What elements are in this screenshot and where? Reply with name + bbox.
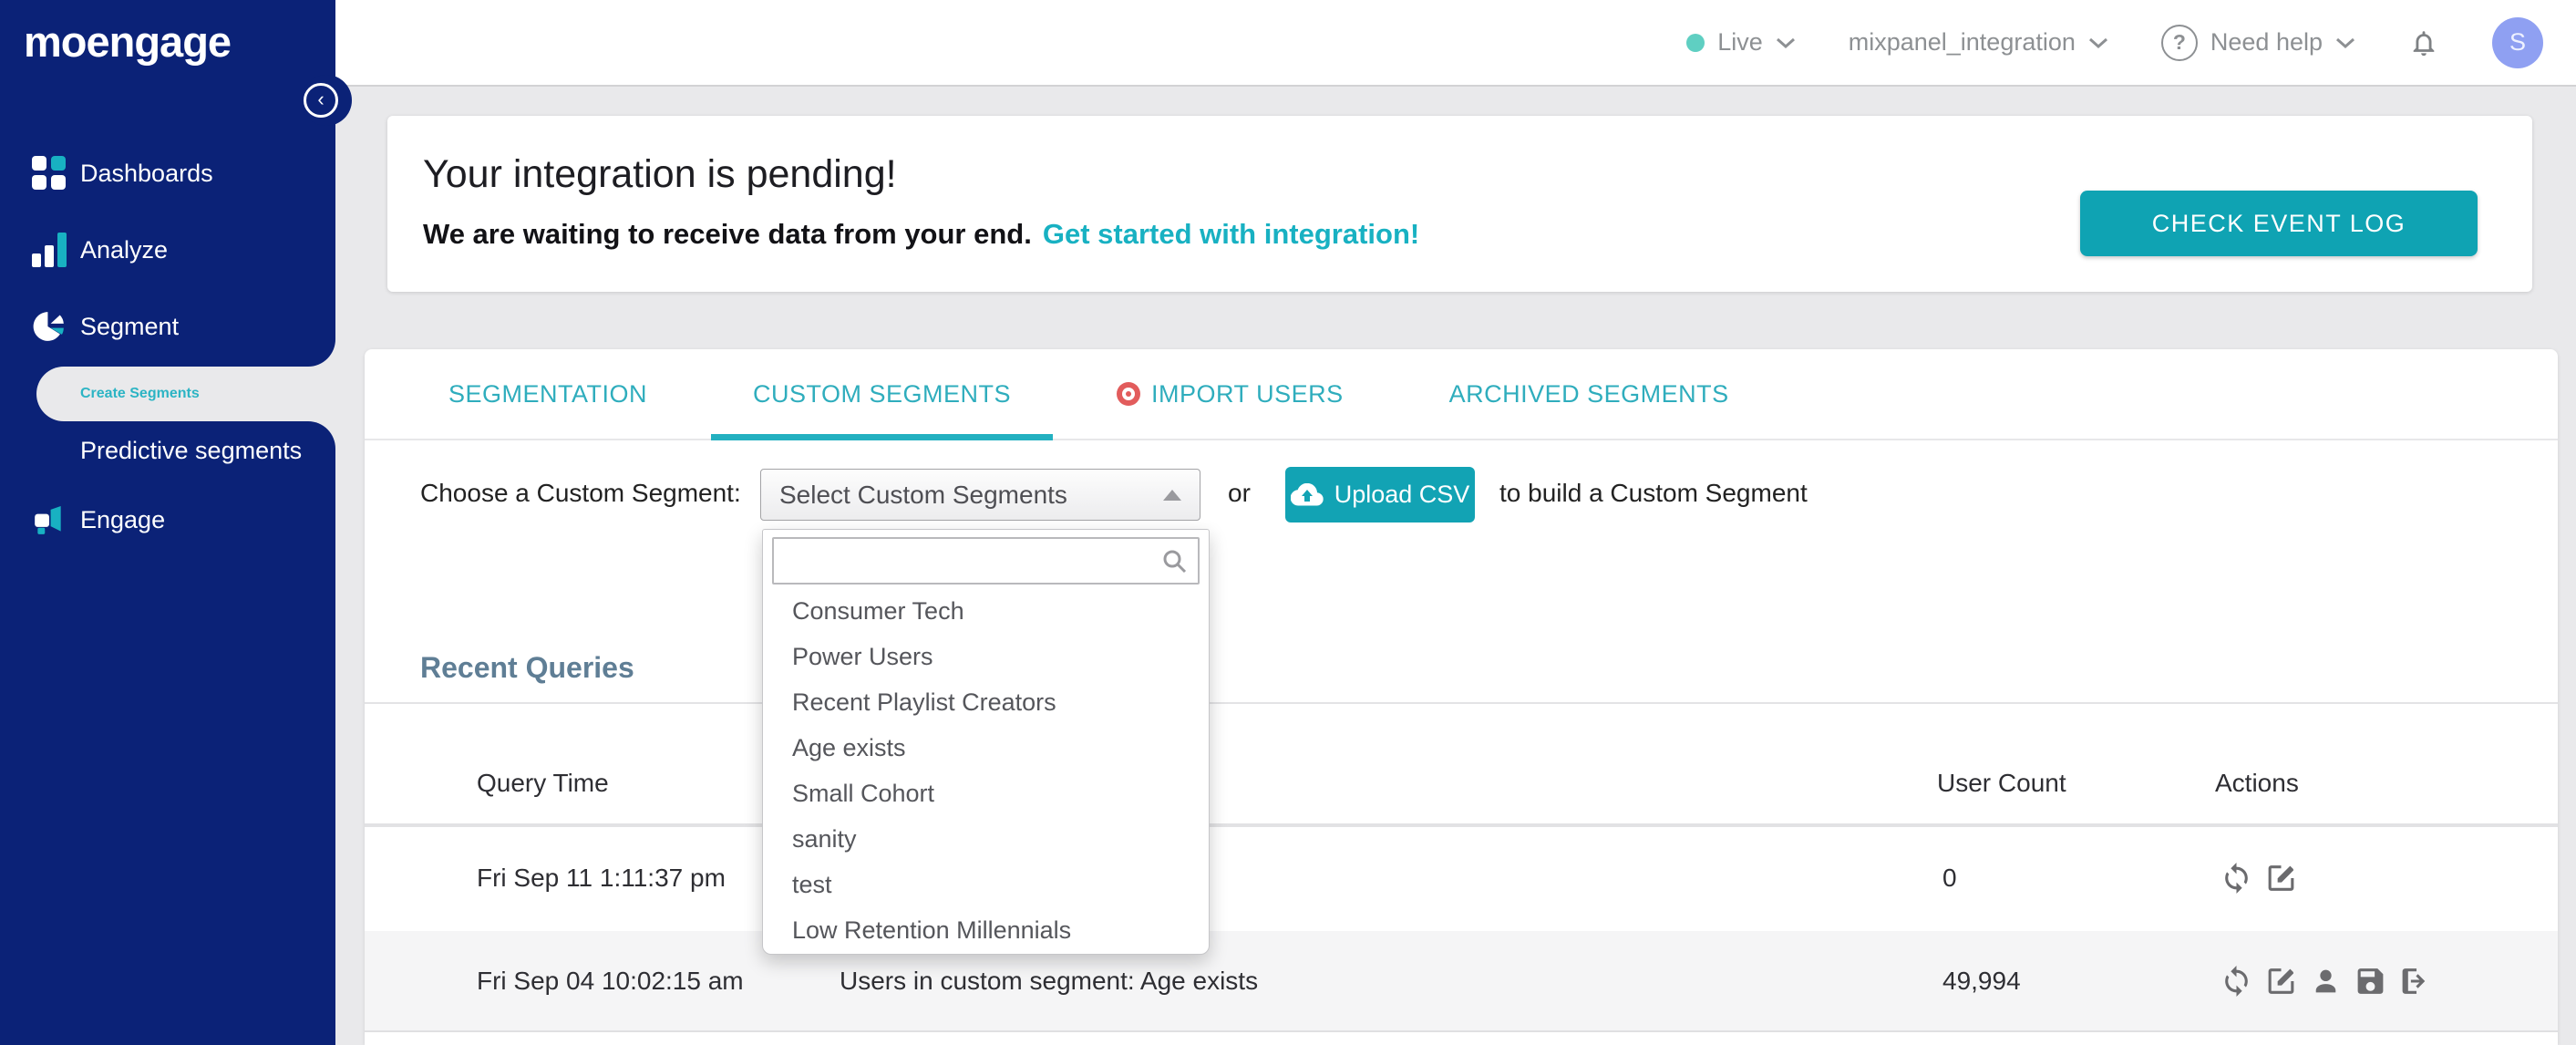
- sidebar-item-dashboards[interactable]: Dashboards: [0, 146, 335, 201]
- sidebar-item-create-segments[interactable]: Create Segments: [36, 367, 335, 421]
- dropdown-option[interactable]: test: [763, 862, 1209, 907]
- avatar-initial: S: [2509, 28, 2526, 56]
- query-time-cell: Fri Sep 04 10:02:15 am: [477, 966, 744, 995]
- banner-subtitle: We are waiting to receive data from your…: [423, 218, 1419, 251]
- column-header-actions: Actions: [2215, 769, 2299, 797]
- analyze-bars-icon: [32, 233, 67, 267]
- edit-icon[interactable]: [2264, 964, 2298, 998]
- choose-custom-segment-label: Choose a Custom Segment:: [420, 479, 741, 507]
- dropdown-option[interactable]: Small Cohort: [763, 771, 1209, 816]
- help-label: Need help: [2210, 28, 2323, 56]
- tab-label: IMPORT USERS: [1151, 379, 1344, 408]
- dropdown-search-box: [772, 537, 1200, 585]
- chevron-down-icon: [1776, 37, 1795, 48]
- or-text: or: [1228, 479, 1251, 507]
- check-event-log-button[interactable]: CHECK EVENT LOG: [2080, 191, 2478, 256]
- sidebar-collapse-button[interactable]: ‹: [304, 83, 338, 118]
- app-name: mixpanel_integration: [1848, 28, 2076, 56]
- dropdown-option[interactable]: sanity: [763, 816, 1209, 862]
- select-value: Select Custom Segments: [779, 480, 1067, 509]
- dashboards-grid-icon: [32, 156, 67, 191]
- banner-subtitle-text: We are waiting to receive data from your…: [423, 218, 1032, 250]
- sidebar-item-label: Predictive segments: [80, 436, 303, 464]
- save-icon[interactable]: [2354, 964, 2387, 998]
- sidebar: moengage Dashboards Analyze Segment Crea…: [0, 0, 352, 1045]
- cloud-upload-icon: [1290, 482, 1324, 506]
- dropdown-option[interactable]: Power Users: [763, 634, 1209, 679]
- sidebar-item-engage[interactable]: Engage: [0, 492, 335, 547]
- caret-up-icon: [1163, 489, 1181, 501]
- dropdown-search-input[interactable]: [774, 539, 1198, 583]
- moengage-app: Live mixpanel_integration ? Need help S …: [0, 0, 2576, 1045]
- refresh-icon[interactable]: [2220, 964, 2253, 998]
- moengage-logo: moengage: [24, 17, 232, 66]
- recent-queries-title: Recent Queries: [420, 651, 634, 684]
- tab-segmentation[interactable]: SEGMENTATION: [407, 349, 689, 439]
- top-bar: Live mixpanel_integration ? Need help S: [335, 0, 2576, 87]
- dropdown-option[interactable]: Consumer Tech: [763, 588, 1209, 634]
- dropdown-option-list: Consumer Tech Power Users Recent Playlis…: [763, 588, 1209, 953]
- environment-label: Live: [1717, 28, 1763, 56]
- user-icon[interactable]: [2309, 964, 2343, 998]
- help-menu[interactable]: ? Need help: [2160, 24, 2355, 61]
- column-header-user-count: User Count: [1937, 769, 2066, 797]
- export-icon[interactable]: [2398, 964, 2432, 998]
- refresh-icon[interactable]: [2220, 862, 2253, 895]
- tab-bar: SEGMENTATION CUSTOM SEGMENTS IMPORT USER…: [365, 349, 2558, 440]
- get-started-link[interactable]: Get started with integration!: [1043, 218, 1419, 250]
- tab-import-users[interactable]: IMPORT USERS: [1075, 349, 1386, 439]
- user-avatar[interactable]: S: [2492, 16, 2543, 68]
- pill-curve-top: [308, 339, 335, 367]
- import-users-target-icon: [1117, 382, 1141, 406]
- live-status-dot: [1686, 33, 1705, 52]
- sidebar-item-analyze[interactable]: Analyze: [0, 222, 335, 277]
- environment-switcher[interactable]: Live: [1686, 28, 1796, 57]
- sidebar-item-label: Create Segments: [80, 386, 200, 401]
- user-count-cell: 49,994: [1942, 966, 2021, 995]
- dropdown-option[interactable]: Recent Playlist Creators: [763, 679, 1209, 725]
- query-time-cell: Fri Sep 11 1:11:37 pm: [477, 864, 726, 892]
- tab-label: ARCHIVED SEGMENTS: [1448, 379, 1729, 408]
- sidebar-item-label: Dashboards: [80, 159, 213, 187]
- custom-segment-dropdown: Consumer Tech Power Users Recent Playlis…: [762, 529, 1210, 955]
- search-icon: [1163, 550, 1187, 574]
- sidebar-item-label: Engage: [80, 505, 166, 533]
- engage-megaphone-icon: [35, 505, 61, 534]
- segment-pie-icon: [33, 312, 64, 341]
- section-divider: [365, 702, 2558, 704]
- table-row: Fri Sep 04 10:02:15 am Users in custom s…: [365, 931, 2558, 1032]
- dropdown-option[interactable]: Low Retention Millennials: [763, 907, 1209, 953]
- dropdown-option[interactable]: Age exists: [763, 725, 1209, 771]
- tab-archived-segments[interactable]: ARCHIVED SEGMENTS: [1407, 349, 1771, 439]
- chevron-down-icon: [2088, 37, 2107, 48]
- app-switcher[interactable]: mixpanel_integration: [1849, 28, 2108, 57]
- table-row: Fri Sep 11 1:11:37 pm 0: [365, 827, 2558, 929]
- integration-pending-banner: Your integration is pending! We are wait…: [387, 116, 2532, 292]
- sidebar-item-predictive-segments[interactable]: Predictive segments: [0, 425, 335, 476]
- build-segment-suffix: to build a Custom Segment: [1499, 479, 1808, 507]
- query-description-cell: Users in custom segment: Age exists: [840, 966, 1259, 995]
- question-circle-icon: ?: [2160, 24, 2198, 61]
- tab-label: CUSTOM SEGMENTS: [753, 379, 1012, 408]
- upload-csv-label: Upload CSV: [1334, 481, 1470, 508]
- tab-label: SEGMENTATION: [448, 379, 648, 408]
- row-actions: [2220, 862, 2298, 895]
- sidebar-item-label: Segment: [80, 312, 180, 340]
- upload-csv-button[interactable]: Upload CSV: [1285, 467, 1475, 522]
- sidebar-item-segment[interactable]: Segment: [0, 299, 335, 354]
- row-actions: [2220, 964, 2432, 998]
- user-count-cell: 0: [1942, 864, 1957, 892]
- banner-title: Your integration is pending!: [423, 152, 897, 196]
- sidebar-item-label: Analyze: [80, 235, 169, 264]
- chevron-down-icon: [2336, 37, 2354, 48]
- column-header-query-time: Query Time: [477, 769, 609, 797]
- tab-custom-segments[interactable]: CUSTOM SEGMENTS: [711, 349, 1054, 440]
- custom-segment-select[interactable]: Select Custom Segments: [760, 469, 1200, 521]
- notifications-bell-icon[interactable]: [2408, 26, 2439, 59]
- edit-icon[interactable]: [2264, 862, 2298, 895]
